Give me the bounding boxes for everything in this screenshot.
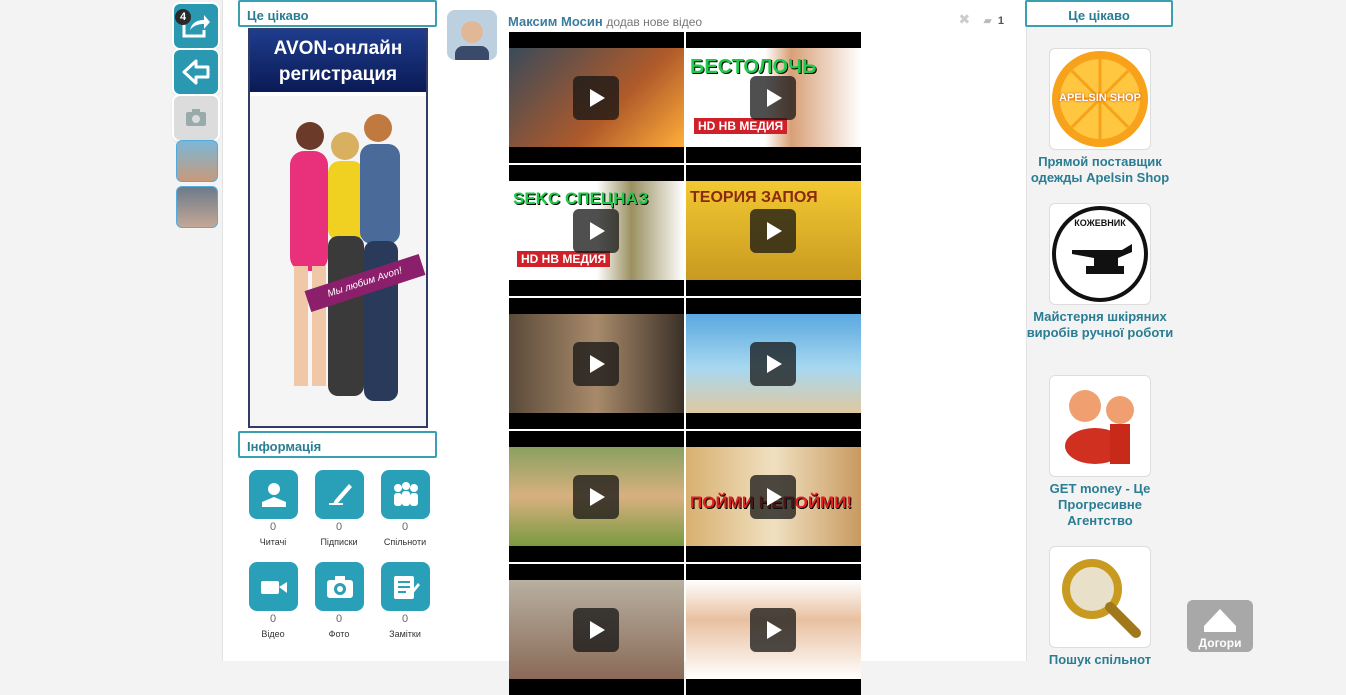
info-communities-count: 0 xyxy=(401,521,409,533)
video-thumb-6[interactable] xyxy=(686,298,861,429)
friend-avatar-1[interactable] xyxy=(176,140,218,182)
info-subscriptions[interactable]: 0 Підписки xyxy=(311,470,367,547)
orange-logo-icon: APELSIN SHOP xyxy=(1049,48,1151,150)
info-readers[interactable]: 0 Читачі xyxy=(245,470,301,547)
play-icon[interactable] xyxy=(750,342,796,386)
video-thumb-9[interactable] xyxy=(509,564,684,695)
info-notes[interactable]: 0 Замітки xyxy=(377,562,433,639)
post-author-name[interactable]: Максим Мосин xyxy=(508,14,603,29)
share-count-badge: 4 xyxy=(175,9,191,25)
camera-icon xyxy=(186,109,206,126)
avon-ad-banner[interactable]: AVON-онлайн регистрация Мы любим Avon! xyxy=(248,28,428,428)
photo-camera-icon xyxy=(314,562,364,611)
subscription-icon xyxy=(314,470,364,519)
video-thumb-3[interactable]: SEKC СПЕЦНАЗ HD НВ МЕДИЯ xyxy=(509,165,684,296)
play-icon[interactable] xyxy=(750,76,796,120)
promo-apelsin-label[interactable]: Прямой поставщик одежды Apelsin Shop xyxy=(1026,154,1174,186)
post-meta: ✖ ▰ 1 xyxy=(959,11,1004,28)
video-thumb-10[interactable] xyxy=(686,564,861,695)
play-icon[interactable] xyxy=(750,608,796,652)
video-thumb-4[interactable]: ТЕОРИЯ ЗАПОЯ xyxy=(686,165,861,296)
play-icon[interactable] xyxy=(573,475,619,519)
ad-headline-line1: AVON-онлайн xyxy=(273,38,403,59)
right-interesting-title: Це цікаво xyxy=(1025,0,1173,27)
post-author-avatar[interactable] xyxy=(447,10,497,60)
back-button[interactable] xyxy=(174,50,218,94)
video-thumb-8[interactable]: ПОЙМИ НЕПОЙМИ! xyxy=(686,431,861,562)
anvil-logo-icon: КОЖЕВНИК xyxy=(1049,203,1151,305)
video-overlay-text: ТЕОРИЯ ЗАПОЯ xyxy=(690,189,818,206)
magnifier-icon xyxy=(1049,546,1151,648)
friend-avatar-2[interactable] xyxy=(176,186,218,228)
play-icon[interactable] xyxy=(573,76,619,120)
back-arrow-icon xyxy=(182,59,210,85)
info-notes-count: 0 xyxy=(401,613,409,625)
ad-headline: AVON-онлайн регистрация xyxy=(250,30,426,92)
promo-getmoney-label[interactable]: GET money - Це Прогресивне Агентство xyxy=(1026,481,1174,529)
promo-search-label[interactable]: Пошук спільнот xyxy=(1026,652,1174,668)
post-action-text: додав нове відео xyxy=(606,15,703,29)
note-icon xyxy=(380,562,430,611)
arrow-up-bar xyxy=(1204,626,1236,632)
info-communities-label: Спільноти xyxy=(383,537,427,547)
play-icon[interactable] xyxy=(573,209,619,253)
interesting-title: Це цікаво xyxy=(238,0,437,27)
info-title: Інформація xyxy=(238,431,437,458)
info-videos[interactable]: 0 Відео xyxy=(245,562,301,639)
promo-leather-label[interactable]: Майстерня шкіряних виробів ручної роботи xyxy=(1026,309,1174,341)
video-thumb-1[interactable] xyxy=(509,32,684,163)
comment-count: 1 xyxy=(997,15,1004,27)
play-icon[interactable] xyxy=(573,342,619,386)
info-readers-count: 0 xyxy=(269,521,277,533)
info-videos-label: Відео xyxy=(261,629,285,639)
video-thumb-5[interactable] xyxy=(509,298,684,429)
promo-leather[interactable]: КОЖЕВНИК Майстерня шкіряних виробів ручн… xyxy=(1026,203,1174,341)
promo-search[interactable]: Пошук спільнот xyxy=(1026,546,1174,668)
video-overlay-text: SEKC СПЕЦНАЗ xyxy=(513,189,649,208)
arrow-up-icon xyxy=(1204,609,1236,626)
scroll-top-button[interactable]: Догори xyxy=(1187,600,1253,652)
play-icon[interactable] xyxy=(750,475,796,519)
photo-button[interactable] xyxy=(174,96,218,140)
close-icon[interactable]: ✖ xyxy=(959,11,971,27)
info-subscriptions-count: 0 xyxy=(335,521,343,533)
play-icon[interactable] xyxy=(573,608,619,652)
promo-apelsin[interactable]: APELSIN SHOP Прямой поставщик одежды Ape… xyxy=(1026,48,1174,186)
reader-icon xyxy=(248,470,298,519)
cartoon-logo-icon xyxy=(1049,375,1151,477)
video-thumb-7[interactable] xyxy=(509,431,684,562)
video-camera-icon xyxy=(248,562,298,611)
scroll-top-label: Догори xyxy=(1198,636,1242,650)
video-tag: HD НВ МЕДИЯ xyxy=(694,118,788,134)
info-readers-label: Читачі xyxy=(259,537,287,547)
info-communities[interactable]: 0 Спільноти xyxy=(377,470,433,547)
leather-logo-text: КОЖЕВНИК xyxy=(1074,218,1126,228)
info-notes-label: Замітки xyxy=(389,629,421,639)
share-button[interactable]: 4 xyxy=(174,4,218,48)
info-photos-count: 0 xyxy=(335,613,343,625)
info-videos-count: 0 xyxy=(269,613,277,625)
video-thumb-2[interactable]: БЕСТОЛОЧЬ HD НВ МЕДИЯ xyxy=(686,32,861,163)
community-icon xyxy=(380,470,430,519)
info-photos[interactable]: 0 Фото xyxy=(311,562,367,639)
ad-headline-line2: регистрация xyxy=(278,64,398,85)
video-tag: HD НВ МЕДИЯ xyxy=(517,251,611,267)
comment-icon[interactable]: ▰ xyxy=(983,15,991,27)
info-photos-label: Фото xyxy=(328,629,350,639)
play-icon[interactable] xyxy=(750,209,796,253)
apelsin-logo-text: APELSIN SHOP xyxy=(1059,92,1141,104)
promo-getmoney[interactable]: GET money - Це Прогресивне Агентство xyxy=(1026,375,1174,529)
post-header: Максим Мосин додав нове відео xyxy=(508,14,702,29)
info-subscriptions-label: Підписки xyxy=(320,537,358,547)
